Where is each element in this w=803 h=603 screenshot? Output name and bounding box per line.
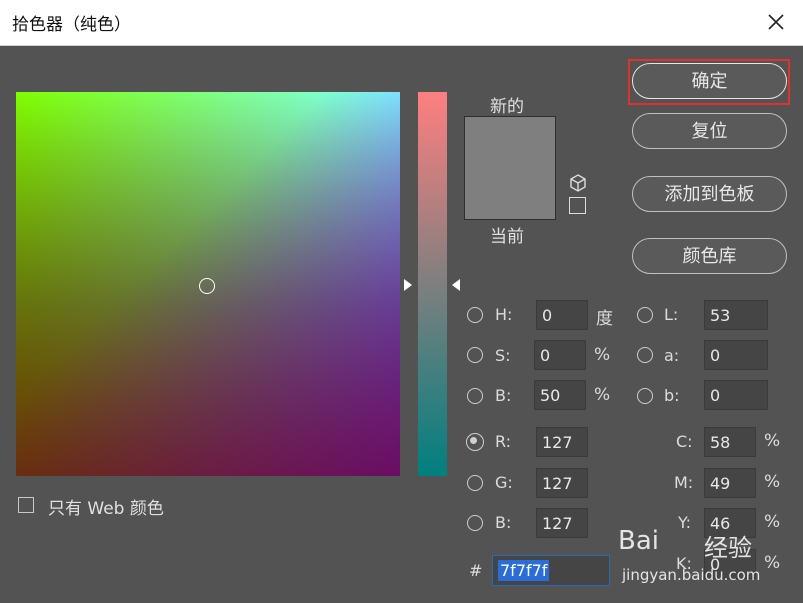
hue-slider[interactable] bbox=[418, 92, 447, 476]
s-label: S: bbox=[495, 346, 511, 365]
brightness-input[interactable]: 50 bbox=[534, 380, 586, 410]
g-label: G: bbox=[495, 473, 513, 492]
l-label: L: bbox=[664, 305, 679, 324]
s-input[interactable]: 0 bbox=[534, 340, 586, 370]
watermark-brand2: 经验 bbox=[704, 534, 752, 562]
cube-icon[interactable] bbox=[568, 173, 588, 193]
radio-brightness[interactable] bbox=[467, 388, 483, 404]
y-label: Y: bbox=[678, 513, 692, 532]
m-input[interactable]: 49 bbox=[704, 468, 756, 498]
current-color-label: 当前 bbox=[490, 227, 524, 247]
rgb-b-label: B: bbox=[495, 513, 512, 532]
h-label: H: bbox=[495, 305, 513, 324]
k-unit: % bbox=[764, 553, 781, 573]
hex-input[interactable]: 7f7f7f bbox=[492, 555, 610, 586]
add-to-swatches-button[interactable]: 添加到色板 bbox=[632, 176, 787, 212]
brightness-label: B: bbox=[495, 386, 512, 405]
lab-b-label: b: bbox=[664, 386, 680, 405]
web-only-checkbox[interactable] bbox=[18, 497, 34, 513]
ok-button[interactable]: 确定 bbox=[632, 63, 787, 99]
close-icon bbox=[768, 14, 784, 30]
s-unit: % bbox=[594, 345, 611, 365]
color-field-cursor[interactable] bbox=[199, 278, 215, 294]
radio-a[interactable] bbox=[637, 347, 653, 363]
web-only-label: 只有 Web 颜色 bbox=[48, 499, 164, 519]
radio-g[interactable] bbox=[467, 475, 483, 491]
window-title: 拾色器（纯色） bbox=[12, 15, 131, 35]
l-input[interactable]: 53 bbox=[704, 300, 768, 330]
radio-r[interactable] bbox=[466, 433, 484, 451]
close-button[interactable] bbox=[761, 7, 791, 37]
r-label: R: bbox=[495, 432, 512, 451]
a-label: a: bbox=[664, 346, 680, 365]
brightness-unit: % bbox=[594, 385, 611, 405]
slider-handle-left[interactable] bbox=[404, 279, 412, 291]
slider-handle-right[interactable] bbox=[452, 279, 460, 291]
c-unit: % bbox=[764, 431, 781, 451]
radio-lab-b[interactable] bbox=[637, 388, 653, 404]
y-unit: % bbox=[764, 512, 781, 532]
new-color-label: 新的 bbox=[490, 97, 524, 117]
radio-s[interactable] bbox=[467, 347, 483, 363]
c-input[interactable]: 58 bbox=[704, 427, 756, 457]
m-unit: % bbox=[764, 472, 781, 492]
h-unit: 度 bbox=[596, 309, 613, 329]
a-input[interactable]: 0 bbox=[704, 340, 768, 370]
lab-b-input[interactable]: 0 bbox=[704, 380, 768, 410]
watermark-brand: Bai bbox=[618, 526, 659, 556]
radio-rgb-b[interactable] bbox=[467, 515, 483, 531]
hex-value: 7f7f7f bbox=[498, 560, 550, 581]
hex-label: # bbox=[469, 561, 483, 580]
radio-h[interactable] bbox=[467, 307, 483, 323]
reset-button[interactable]: 复位 bbox=[632, 113, 787, 149]
web-safe-icon[interactable] bbox=[569, 197, 586, 214]
c-label: C: bbox=[676, 432, 693, 451]
h-input[interactable]: 0 bbox=[536, 300, 588, 330]
rgb-b-input[interactable]: 127 bbox=[536, 508, 588, 538]
color-libraries-button[interactable]: 颜色库 bbox=[632, 238, 787, 274]
g-input[interactable]: 127 bbox=[536, 468, 588, 498]
color-preview-swatch bbox=[464, 116, 556, 220]
watermark-url: jingyan.baidu.com bbox=[622, 566, 761, 584]
title-bar: 拾色器（纯色） bbox=[0, 0, 803, 46]
r-input[interactable]: 127 bbox=[536, 427, 588, 457]
radio-l[interactable] bbox=[637, 307, 653, 323]
m-label: M: bbox=[674, 473, 694, 492]
